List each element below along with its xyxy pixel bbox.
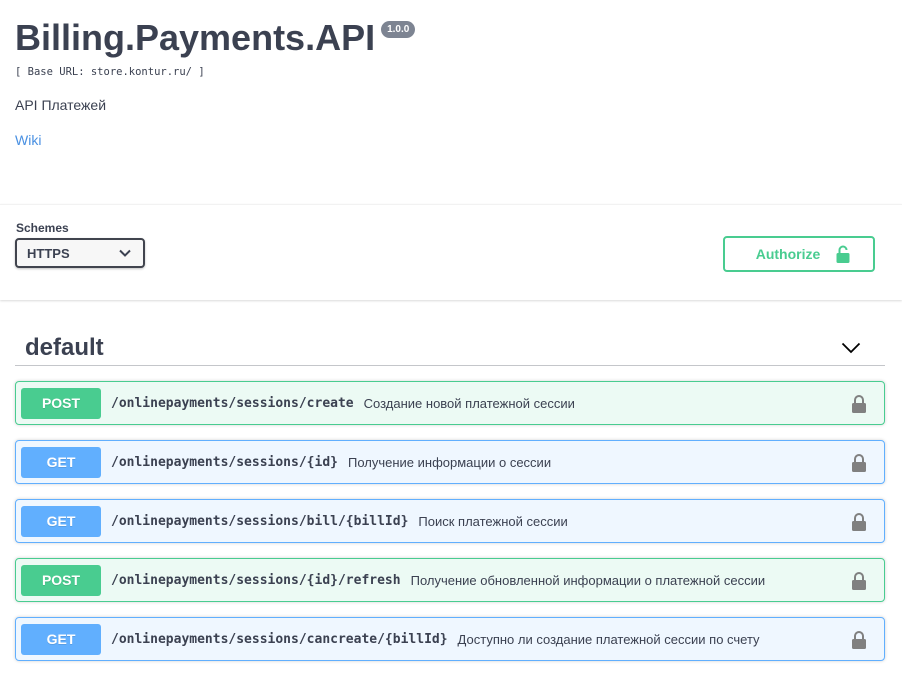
method-badge: GET [21, 505, 101, 537]
tag-section: default [15, 330, 885, 366]
lock-icon[interactable] [851, 571, 867, 591]
authorize-button[interactable]: Authorize [723, 236, 875, 272]
operation-path: /onlinepayments/sessions/cancreate/{bill… [111, 631, 448, 647]
scheme-container: Schemes HTTPS Authorize [0, 204, 902, 300]
tag-header[interactable]: default [15, 330, 885, 366]
operation-path: /onlinepayments/sessions/{id} [111, 454, 338, 470]
operation-summary: Поиск платежной сессии [418, 513, 568, 529]
operation-get-sessions-cancreate[interactable]: GET /onlinepayments/sessions/cancreate/{… [15, 617, 885, 661]
schemes-select[interactable]: HTTPS [15, 238, 145, 268]
api-description: API Платежей [15, 97, 107, 113]
chevron-down-icon[interactable] [841, 342, 861, 354]
lock-icon[interactable] [851, 512, 867, 532]
operation-path: /onlinepayments/sessions/create [111, 395, 354, 411]
operation-summary: Получение информации о сессии [347, 454, 552, 470]
operation-get-sessions-bill[interactable]: GET /onlinepayments/sessions/bill/{billI… [15, 499, 885, 543]
authorize-label: Authorize [755, 246, 821, 262]
lock-icon[interactable] [851, 394, 867, 414]
operation-post-sessions-refresh[interactable]: POST /onlinepayments/sessions/{id}/refre… [15, 558, 885, 602]
title-row: Billing.Payments.API 1.0.0 [15, 17, 885, 59]
operation-path: /onlinepayments/sessions/{id}/refresh [111, 572, 401, 588]
schemes-selected-value: HTTPS [27, 245, 70, 261]
method-badge: POST [21, 387, 101, 419]
lock-icon[interactable] [851, 453, 867, 473]
schemes-label: Schemes [16, 221, 69, 235]
method-badge: GET [21, 623, 101, 655]
chevron-down-icon [119, 249, 131, 257]
method-badge: GET [21, 446, 101, 478]
base-url: [ Base URL: store.kontur.ru/ ] [15, 66, 205, 78]
operation-get-sessions-id[interactable]: GET /onlinepayments/sessions/{id} Получе… [15, 440, 885, 484]
wiki-link[interactable]: Wiki [15, 132, 41, 148]
version-badge: 1.0.0 [381, 21, 416, 38]
operation-post-sessions-create[interactable]: POST /onlinepayments/sessions/create Соз… [15, 381, 885, 425]
unlock-icon [836, 245, 850, 263]
operation-summary: Создание новой платежной сессии [363, 395, 575, 411]
tag-name: default [25, 333, 104, 361]
operation-summary: Получение обновленной информации о плате… [410, 572, 766, 588]
lock-icon[interactable] [851, 630, 867, 650]
method-badge: POST [21, 564, 101, 596]
operation-path: /onlinepayments/sessions/bill/{billId} [111, 513, 409, 529]
operation-summary: Доступно ли создание платежной сессии по… [457, 631, 760, 647]
api-info: Billing.Payments.API 1.0.0 [ Base URL: s… [15, 0, 885, 150]
api-title: Billing.Payments.API [15, 17, 376, 58]
